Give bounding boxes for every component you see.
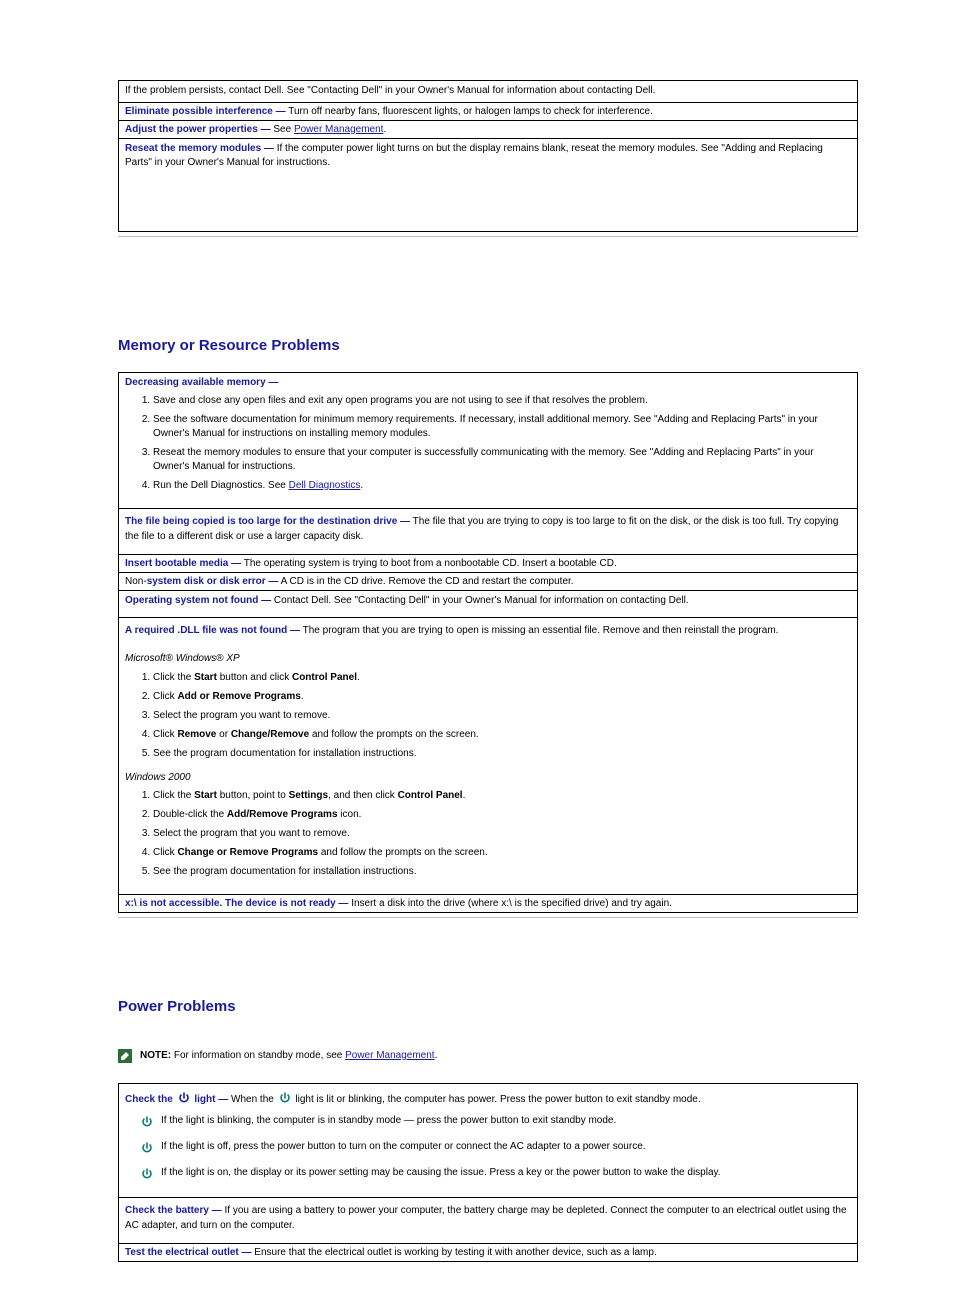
list-item: Click the Start button, point to Setting… — [153, 789, 851, 803]
list-item: Run the Dell Diagnostics. See Dell Diagn… — [153, 479, 851, 493]
row-text: The operating system is trying to boot f… — [244, 558, 617, 569]
power-bullets: If the light is blinking, the computer i… — [125, 1113, 851, 1181]
row-lead: Adjust the power properties — — [125, 124, 271, 135]
steps-list: Save and close any open files and exit a… — [125, 394, 851, 493]
note-label: NOTE: — [140, 1050, 171, 1061]
row-lead: system disk or disk error — — [147, 576, 279, 587]
row-lead-pre: Check the — [125, 1094, 176, 1105]
row-text: Turn off nearby fans, fluorescent lights… — [288, 106, 653, 117]
list-item: Select the program you want to remove. — [153, 709, 851, 723]
list-item: If the light is off, press the power but… — [139, 1139, 851, 1155]
row-lead-pre: Non- — [125, 576, 147, 587]
row-lead: Check the battery — — [125, 1205, 222, 1216]
power-icon — [141, 1139, 153, 1155]
power-management-link[interactable]: Power Management — [294, 124, 384, 135]
power-icon — [279, 1092, 291, 1107]
row-lead: Decreasing available memory — — [125, 377, 278, 388]
list-item: Double-click the Add/Remove Programs ico… — [153, 808, 851, 822]
list-item: Click Remove or Change/Remove and follow… — [153, 728, 851, 742]
steps-list-2000: Click the Start button, point to Setting… — [125, 789, 851, 879]
row-text: Insert a disk into the drive (where x:\ … — [351, 898, 672, 909]
list-item: See the program documentation for instal… — [153, 747, 851, 761]
lockup-troubleshooting-table: If the problem persists, contact Dell. S… — [118, 80, 858, 232]
row-lead: Operating system not found — — [125, 595, 271, 606]
row-text: If you are using a battery to power your… — [125, 1205, 847, 1231]
row-text: A CD is in the CD drive. Remove the CD a… — [281, 576, 574, 587]
list-item: Click the Start button and click Control… — [153, 671, 851, 685]
steps-list-xp: Click the Start button and click Control… — [125, 671, 851, 761]
note-pencil-icon — [118, 1049, 132, 1063]
row-lead: A required .DLL file was not found — — [125, 625, 300, 636]
list-item: Click Change or Remove Programs and foll… — [153, 846, 851, 860]
list-item: If the light is blinking, the computer i… — [139, 1113, 851, 1129]
row-lead: Insert bootable media — — [125, 558, 241, 569]
row-lead: Eliminate possible interference — — [125, 106, 286, 117]
list-item: Save and close any open files and exit a… — [153, 394, 851, 408]
row-lead: Reseat the memory modules — — [125, 143, 274, 154]
list-item: Click Add or Remove Programs. — [153, 690, 851, 704]
row-lead: Test the electrical outlet — — [125, 1247, 252, 1258]
power-icon — [141, 1113, 153, 1129]
power-management-link[interactable]: Power Management — [345, 1050, 435, 1061]
row-lead: The file being copied is too large for t… — [125, 516, 410, 527]
dell-diagnostics-link[interactable]: Dell Diagnostics — [289, 480, 361, 491]
row-lead: x:\ is not accessible. The device is not… — [125, 898, 348, 909]
note-row: NOTE: For information on standby mode, s… — [118, 1049, 858, 1063]
power-icon — [141, 1165, 153, 1181]
list-item: See the software documentation for minim… — [153, 413, 851, 441]
row-text: Contact Dell. See "Contacting Dell" in y… — [274, 595, 689, 606]
row-text: The program that you are trying to open … — [303, 625, 779, 636]
memory-troubleshooting-table: Decreasing available memory — Save and c… — [118, 372, 858, 914]
row-text: See — [273, 124, 294, 135]
list-item: See the program documentation for instal… — [153, 865, 851, 879]
list-item: Select the program that you want to remo… — [153, 827, 851, 841]
row-lead-mid: light — — [194, 1094, 228, 1105]
section-title-power: Power Problems — [118, 998, 954, 1019]
list-item: If the light is on, the display or its p… — [139, 1165, 851, 1181]
power-troubleshooting-table: Check the light — When the light is lit … — [118, 1083, 858, 1262]
section-title-memory: Memory or Resource Problems — [118, 337, 954, 358]
row-text: If the problem persists, contact Dell. S… — [125, 85, 655, 96]
power-icon — [178, 1092, 190, 1107]
list-item: Reseat the memory modules to ensure that… — [153, 446, 851, 474]
row-text: Ensure that the electrical outlet is wor… — [254, 1247, 656, 1258]
